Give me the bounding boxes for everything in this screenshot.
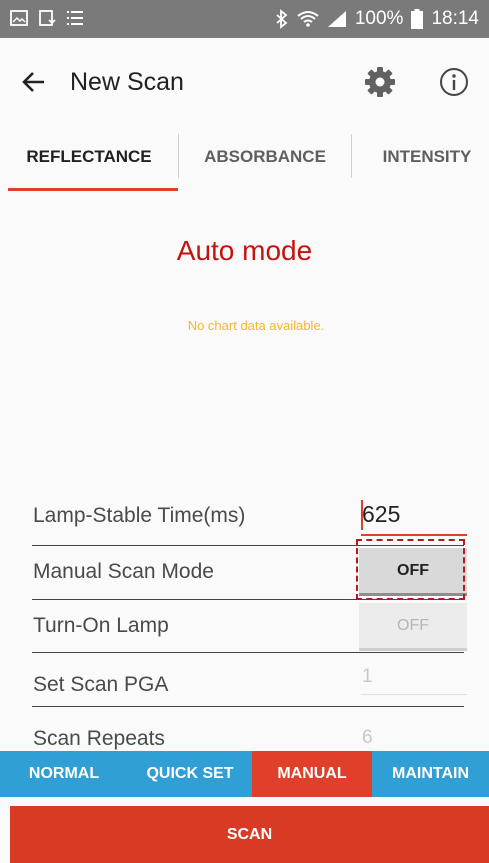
mode-bar: NORMAL QUICK SET MANUAL MAINTAIN — [0, 751, 489, 797]
list-icon — [67, 11, 83, 25]
scan-repeats-label: Scan Repeats — [33, 727, 165, 750]
bluetooth-icon — [276, 9, 288, 29]
clock: 18:14 — [431, 8, 479, 29]
status-left-icons — [10, 9, 84, 27]
manual-scan-mode-label: Manual Scan Mode — [33, 560, 214, 583]
status-bar: 100% 18:14 — [0, 0, 489, 38]
set-scan-pga-input[interactable]: 1 — [362, 666, 373, 688]
scan-button[interactable]: SCAN — [10, 806, 489, 863]
gallery-icon — [10, 10, 28, 26]
tab-intensity[interactable]: INTENSITY — [352, 126, 489, 188]
page-title: New Scan — [70, 68, 184, 96]
scan-repeats-input[interactable]: 6 — [362, 727, 373, 749]
focus-highlight — [356, 539, 465, 600]
tab-bar: REFLECTANCE ABSORBANCE INTENSITY — [0, 126, 489, 192]
battery-percent: 100% — [354, 8, 404, 29]
wifi-icon — [297, 11, 319, 27]
lamp-stable-time-input[interactable]: 625 — [362, 501, 400, 528]
battery-icon — [411, 9, 424, 29]
row-divider — [32, 599, 464, 600]
no-chart-data-message: No chart data available. — [187, 318, 325, 333]
mode-quick-set-button[interactable]: QUICK SET — [128, 751, 252, 797]
screen: 100% 18:14 New Scan REFLECTANCE ABSORBAN… — [0, 0, 489, 863]
turn-on-lamp-toggle[interactable]: OFF — [359, 603, 467, 651]
mode-manual-button[interactable]: MANUAL — [252, 751, 372, 797]
status-right-icons: 100% 18:14 — [275, 8, 479, 30]
tab-reflectance[interactable]: REFLECTANCE — [0, 126, 178, 188]
input-underline — [361, 694, 467, 695]
lamp-stable-time-label: Lamp-Stable Time(ms) — [33, 504, 246, 527]
gear-icon[interactable] — [362, 64, 398, 100]
turn-on-lamp-label: Turn-On Lamp — [33, 614, 169, 637]
input-underline — [361, 534, 467, 536]
download-icon — [39, 10, 56, 26]
mode-normal-button[interactable]: NORMAL — [0, 751, 128, 797]
mode-title: Auto mode — [176, 235, 313, 266]
back-arrow-icon[interactable] — [18, 62, 58, 102]
info-icon[interactable] — [438, 66, 470, 98]
set-scan-pga-label: Set Scan PGA — [33, 673, 169, 696]
signal-icon — [327, 11, 346, 27]
app-bar: New Scan — [0, 38, 489, 126]
row-divider — [32, 652, 464, 653]
mode-maintain-button[interactable]: MAINTAIN — [372, 751, 489, 797]
row-divider — [32, 706, 464, 707]
tab-indicator — [8, 188, 178, 191]
tab-absorbance[interactable]: ABSORBANCE — [179, 126, 351, 188]
